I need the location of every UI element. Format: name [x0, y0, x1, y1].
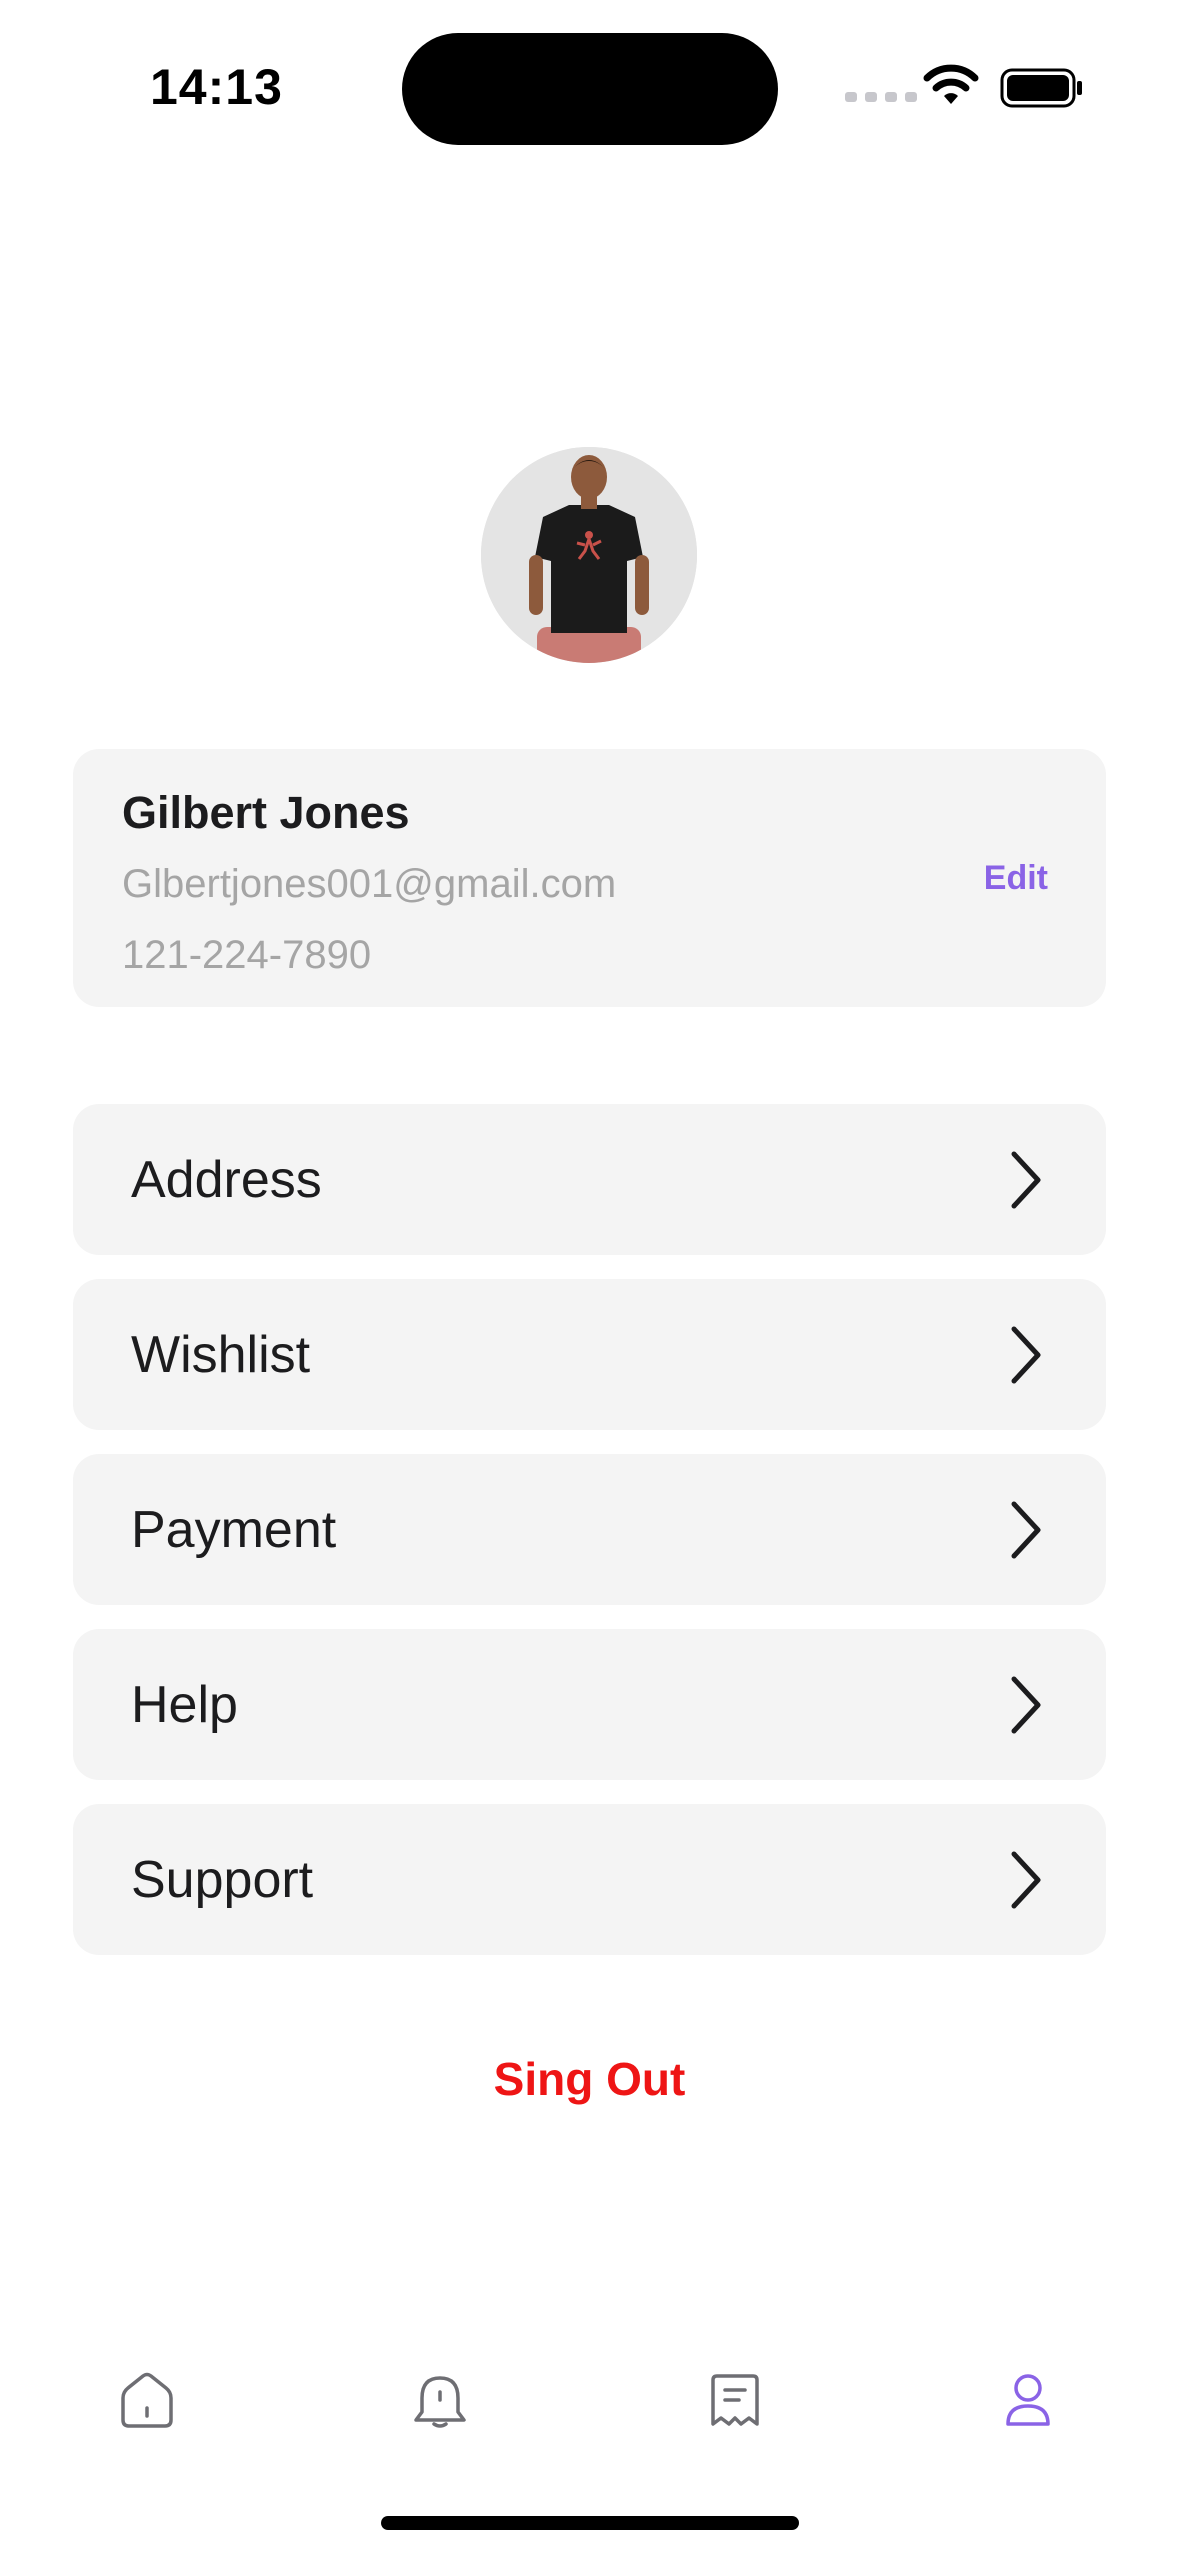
tab-home[interactable]: [107, 2360, 187, 2440]
profile-phone: 121-224-7890: [122, 933, 372, 977]
menu-item-label: Payment: [131, 1500, 337, 1559]
menu-item-label: Address: [131, 1150, 322, 1209]
menu-item-label: Support: [131, 1850, 314, 1909]
status-time: 14:13: [150, 59, 283, 115]
wifi-icon: [923, 64, 979, 104]
cellular-signal-icon: [845, 92, 917, 102]
tab-profile[interactable]: [988, 2360, 1068, 2440]
avatar[interactable]: [481, 447, 697, 663]
orders-receipt-icon: [711, 2374, 759, 2426]
menu-item-label: Help: [131, 1675, 238, 1734]
avatar-photo: [481, 447, 697, 663]
dynamic-island: [402, 33, 778, 145]
home-icon: [121, 2372, 173, 2428]
notification-bell-icon: [414, 2376, 466, 2428]
menu-item-address[interactable]: Address: [73, 1104, 1106, 1255]
sign-out-button[interactable]: Sing Out: [0, 2052, 1179, 2106]
edit-profile-button[interactable]: Edit: [984, 859, 1048, 898]
tab-orders[interactable]: [695, 2360, 775, 2440]
battery-icon: [1000, 68, 1082, 108]
chevron-right-icon: [1011, 1676, 1041, 1733]
profile-email: Glbertjones001@gmail.com: [122, 862, 617, 906]
menu-item-support[interactable]: Support: [73, 1804, 1106, 1955]
menu-item-wishlist[interactable]: Wishlist: [73, 1279, 1106, 1430]
chevron-right-icon: [1011, 1326, 1041, 1383]
profile-name: Gilbert Jones: [122, 787, 410, 838]
menu-item-payment[interactable]: Payment: [73, 1454, 1106, 1605]
chevron-right-icon: [1011, 1151, 1041, 1208]
profile-icon: [1006, 2374, 1050, 2426]
chevron-right-icon: [1011, 1501, 1041, 1558]
tab-notifications[interactable]: [400, 2360, 480, 2440]
home-indicator: [381, 2516, 799, 2530]
chevron-right-icon: [1011, 1851, 1041, 1908]
menu-item-help[interactable]: Help: [73, 1629, 1106, 1780]
menu-item-label: Wishlist: [131, 1325, 311, 1384]
profile-card: Gilbert Jones Glbertjones001@gmail.com 1…: [73, 749, 1106, 1007]
